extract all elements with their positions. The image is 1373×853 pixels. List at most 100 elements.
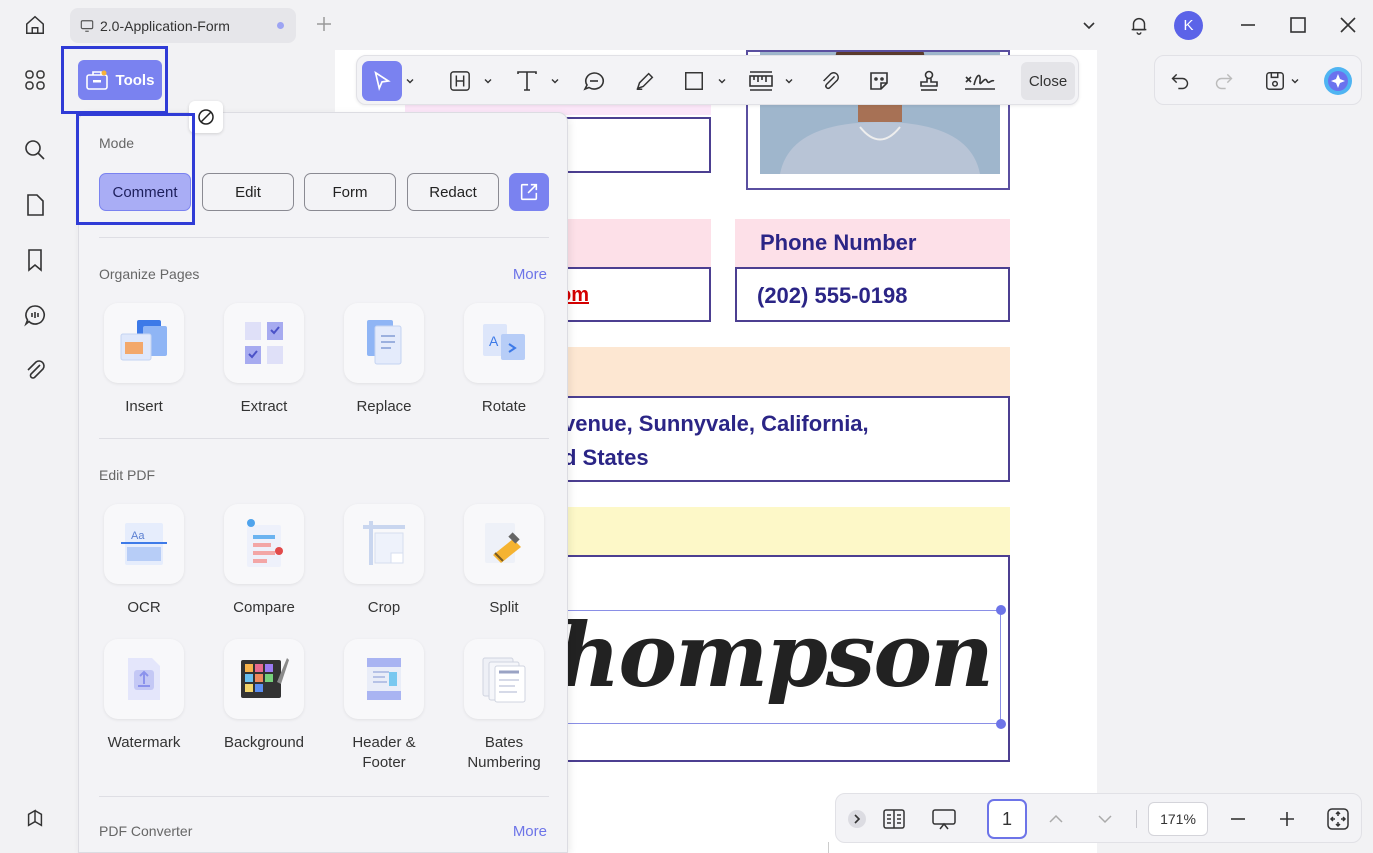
avatar[interactable]: K (1174, 11, 1203, 40)
split-label: Split (489, 599, 519, 616)
ocr-tool[interactable]: Aa OCR (94, 504, 194, 618)
crop-tool[interactable]: Crop (334, 504, 434, 618)
split-tool[interactable]: Split (454, 504, 554, 618)
sticker-icon[interactable] (862, 62, 896, 100)
mode-edit-button[interactable]: Edit (202, 173, 294, 211)
bates-numbering-icon (464, 639, 544, 719)
page-number-input[interactable]: 1 (987, 799, 1027, 839)
document-tab[interactable]: 2.0-Application-Form (70, 8, 296, 43)
attachment-icon[interactable] (813, 62, 847, 100)
resize-handle[interactable] (996, 605, 1006, 615)
chevron-down-icon[interactable] (715, 62, 729, 100)
resize-handle[interactable] (996, 719, 1006, 729)
chevron-down-icon[interactable] (403, 62, 417, 100)
highlight-tool-icon[interactable] (443, 62, 477, 100)
highlight-box-mode (76, 113, 195, 225)
zoom-level[interactable]: 171% (1148, 802, 1208, 836)
open-external-icon (520, 183, 538, 201)
pen-tool-icon[interactable] (628, 62, 662, 100)
bates-numbering-tool[interactable]: Bates Numbering (454, 639, 554, 773)
measure-tool-icon[interactable] (744, 62, 778, 100)
signature-icon[interactable] (961, 62, 999, 100)
undo-icon[interactable] (1163, 64, 1197, 98)
page-navigation-bar: 1 171% (835, 793, 1362, 843)
compare-icon (224, 504, 304, 584)
svg-text:Aa: Aa (131, 530, 145, 542)
crop-label: Crop (367, 599, 401, 616)
presentation-icon[interactable] (927, 802, 961, 836)
unsaved-dot-icon (277, 22, 284, 29)
ocr-label: OCR (127, 599, 161, 616)
stamp-icon[interactable] (912, 62, 946, 100)
chevron-down-icon[interactable] (548, 62, 562, 100)
compare-tool[interactable]: Compare (214, 504, 314, 618)
page-layout-icon[interactable] (877, 802, 911, 836)
text-tool-icon[interactable] (510, 62, 544, 100)
rectangle-shape-icon[interactable] (677, 62, 711, 100)
crop-icon (344, 504, 424, 584)
bookmark-icon[interactable] (18, 243, 52, 277)
mode-redact-button[interactable]: Redact (407, 173, 499, 211)
close-window-icon[interactable] (1331, 10, 1365, 40)
notification-bell-icon[interactable] (1122, 10, 1156, 40)
extract-pages-icon (224, 303, 304, 383)
chevron-down-icon[interactable] (1072, 10, 1106, 40)
watermark-tool[interactable]: Watermark (94, 639, 194, 753)
layers-icon[interactable] (18, 801, 52, 835)
open-external-button[interactable] (509, 173, 549, 211)
zoom-out-minus-icon[interactable] (1221, 802, 1255, 836)
attachment-icon[interactable] (18, 353, 52, 387)
organize-pages-title: Organize Pages (99, 266, 200, 282)
address-line-1: venue, Sunnyvale, California, (563, 411, 869, 436)
background-tool[interactable]: Background (214, 639, 314, 753)
close-toolbar-button[interactable]: Close (1021, 62, 1075, 100)
separator (1136, 810, 1137, 828)
select-tool-button[interactable] (362, 61, 402, 101)
ai-assistant-icon[interactable] (1321, 64, 1355, 98)
background-icon (224, 639, 304, 719)
rotate-tool[interactable]: A Rotate (454, 303, 554, 417)
history-toolbar (1154, 55, 1362, 105)
chevron-down-icon[interactable] (1288, 64, 1302, 98)
fit-screen-icon[interactable] (1321, 802, 1355, 836)
mode-form-button[interactable]: Form (304, 173, 396, 211)
header-footer-tool[interactable]: Header & Footer (334, 639, 434, 773)
home-icon[interactable] (18, 10, 52, 40)
divider (99, 438, 549, 439)
comment-note-icon[interactable] (577, 62, 611, 100)
title-bar: 2.0-Application-Form K (0, 0, 1373, 50)
extract-tool[interactable]: Extract (214, 303, 314, 417)
replace-label: Replace (356, 398, 412, 415)
save-icon[interactable] (1258, 64, 1292, 98)
replace-tool[interactable]: Replace (334, 303, 434, 417)
organize-more-link[interactable]: More (513, 266, 547, 283)
apps-grid-icon[interactable] (18, 63, 52, 97)
chevron-down-icon[interactable] (481, 62, 495, 100)
address-line-2: d States (563, 445, 649, 470)
minimize-icon[interactable] (1231, 10, 1265, 40)
search-icon[interactable] (18, 133, 52, 167)
ocr-icon: Aa (104, 504, 184, 584)
chevron-down-icon[interactable] (782, 62, 796, 100)
expand-chevron-right-icon[interactable] (840, 802, 874, 836)
right-background (1097, 50, 1373, 853)
new-tab-plus-icon[interactable] (312, 12, 336, 36)
phone-field-box: (202) 555-0198 (735, 267, 1010, 322)
converter-more-link[interactable]: More (513, 823, 547, 840)
phone-value: (202) 555-0198 (757, 283, 908, 308)
bates-numbering-label: Bates Numbering (467, 734, 541, 771)
next-page-chevron-down-icon[interactable] (1088, 802, 1122, 836)
insert-tool[interactable]: Insert (94, 303, 194, 417)
page-thumbnail-icon[interactable] (18, 188, 52, 222)
tab-title: 2.0-Application-Form (100, 17, 230, 34)
comments-icon[interactable] (18, 298, 52, 332)
insert-label: Insert (125, 398, 163, 415)
split-icon (464, 504, 544, 584)
phone-label-band: Phone Number (735, 219, 1010, 267)
maximize-icon[interactable] (1281, 10, 1315, 40)
page-edge (828, 842, 829, 853)
redo-icon[interactable] (1207, 64, 1241, 98)
previous-page-chevron-up-icon[interactable] (1039, 802, 1073, 836)
replace-pages-icon (344, 303, 424, 383)
zoom-in-plus-icon[interactable] (1270, 802, 1304, 836)
